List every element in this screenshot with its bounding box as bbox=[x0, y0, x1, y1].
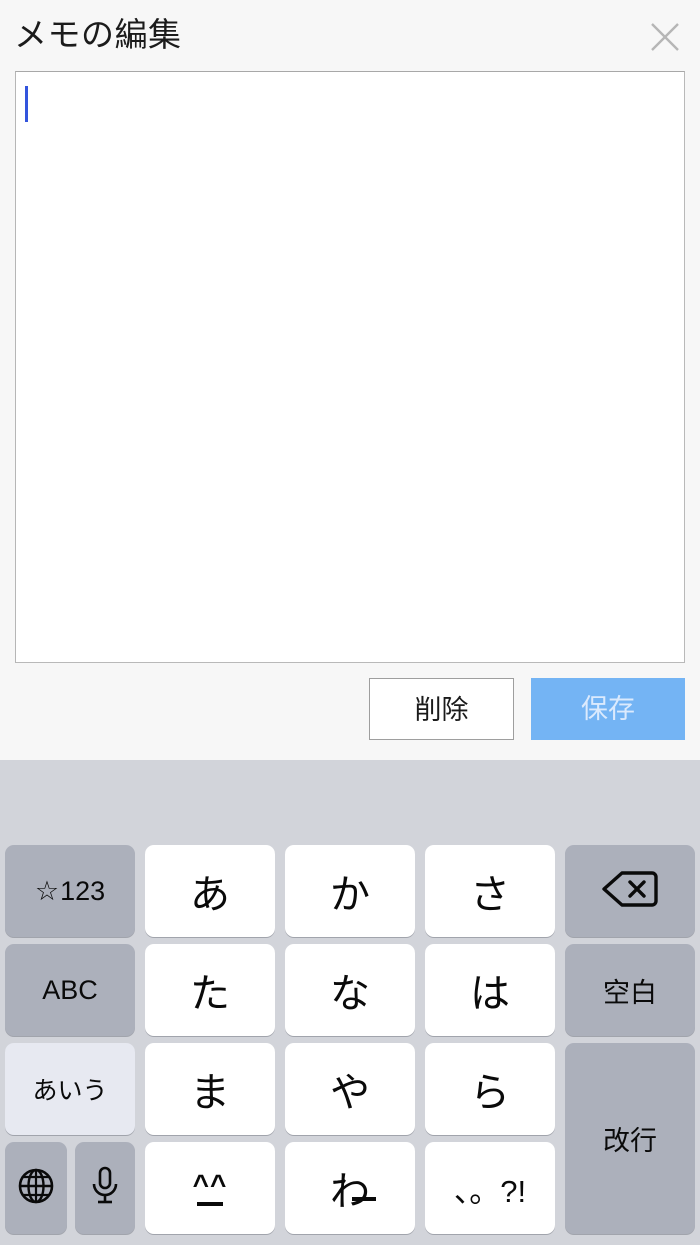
wa-underline bbox=[352, 1197, 376, 1201]
key-sa-label: さ bbox=[470, 873, 510, 917]
key-punctuation-label: 、。?! bbox=[453, 1173, 527, 1209]
memo-input-wrapper[interactable] bbox=[15, 71, 685, 663]
key-sa[interactable]: さ bbox=[425, 845, 555, 937]
key-ta-label: た bbox=[190, 972, 230, 1016]
key-mic[interactable] bbox=[75, 1142, 135, 1234]
key-ka[interactable]: か bbox=[285, 845, 415, 937]
key-ra-label: ら bbox=[470, 1071, 510, 1115]
star-icon: ☆ bbox=[34, 875, 60, 906]
keyboard-keys: ☆ 123 あ か さ ABC た な は 空白 あいう ま や ら 改行 ^^… bbox=[0, 845, 700, 1245]
key-backspace[interactable] bbox=[565, 845, 695, 937]
key-ha[interactable]: は bbox=[425, 944, 555, 1036]
emoji-underline bbox=[196, 1201, 223, 1206]
key-ha-label: は bbox=[470, 972, 510, 1016]
save-button[interactable]: 保存 bbox=[531, 678, 685, 740]
key-wa[interactable]: わ bbox=[285, 1142, 415, 1234]
key-na[interactable]: な bbox=[285, 944, 415, 1036]
key-ma[interactable]: ま bbox=[145, 1043, 275, 1135]
key-return[interactable]: 改行 bbox=[565, 1043, 695, 1234]
key-abc[interactable]: ABC bbox=[5, 944, 135, 1036]
page-title: メモの編集 bbox=[14, 16, 182, 53]
key-space[interactable]: 空白 bbox=[565, 944, 695, 1036]
memo-textarea[interactable] bbox=[16, 72, 684, 662]
microphone-icon bbox=[88, 1165, 122, 1212]
key-a[interactable]: あ bbox=[145, 845, 275, 937]
key-ka-label: か bbox=[330, 873, 370, 917]
key-wa-label: わ bbox=[330, 1170, 370, 1214]
close-icon[interactable] bbox=[648, 20, 682, 54]
key-aiu-label: あいう bbox=[32, 1077, 108, 1105]
dialog-header: メモの編集 bbox=[0, 0, 700, 68]
key-ta[interactable]: た bbox=[145, 944, 275, 1036]
delete-button[interactable]: 削除 bbox=[369, 678, 514, 740]
key-punctuation[interactable]: 、。?! bbox=[425, 1142, 555, 1234]
key-a-label: あ bbox=[190, 873, 230, 917]
key-return-label: 改行 bbox=[603, 1126, 657, 1156]
key-ya-label: や bbox=[330, 1071, 370, 1115]
key-emoji-label: ^^ bbox=[192, 1168, 228, 1200]
software-keyboard: ☆ 123 あ か さ ABC た な は 空白 あいう ま や ら 改行 ^^… bbox=[0, 760, 700, 1245]
key-symbols-label: 123 bbox=[60, 875, 106, 906]
key-ma-label: ま bbox=[190, 1071, 230, 1115]
key-ra[interactable]: ら bbox=[425, 1043, 555, 1135]
edit-memo-dialog: メモの編集 削除 保存 bbox=[0, 0, 700, 760]
globe-icon bbox=[16, 1166, 56, 1211]
key-globe[interactable] bbox=[5, 1142, 67, 1234]
backspace-icon bbox=[602, 869, 658, 914]
key-wa-label-group: わ bbox=[330, 1159, 376, 1217]
key-emoji[interactable]: ^^ bbox=[145, 1142, 275, 1234]
text-caret bbox=[25, 86, 28, 122]
key-na-label: な bbox=[330, 972, 370, 1016]
key-aiu[interactable]: あいう bbox=[5, 1043, 135, 1135]
key-space-label: 空白 bbox=[603, 977, 657, 1008]
key-symbols[interactable]: ☆ 123 bbox=[5, 845, 135, 937]
key-abc-label: ABC bbox=[42, 974, 98, 1005]
dialog-actions: 削除 保存 bbox=[0, 678, 700, 742]
key-ya[interactable]: や bbox=[285, 1043, 415, 1135]
prediction-bar[interactable] bbox=[0, 760, 700, 845]
key-emoji-label-group: ^^ bbox=[192, 1168, 228, 1206]
